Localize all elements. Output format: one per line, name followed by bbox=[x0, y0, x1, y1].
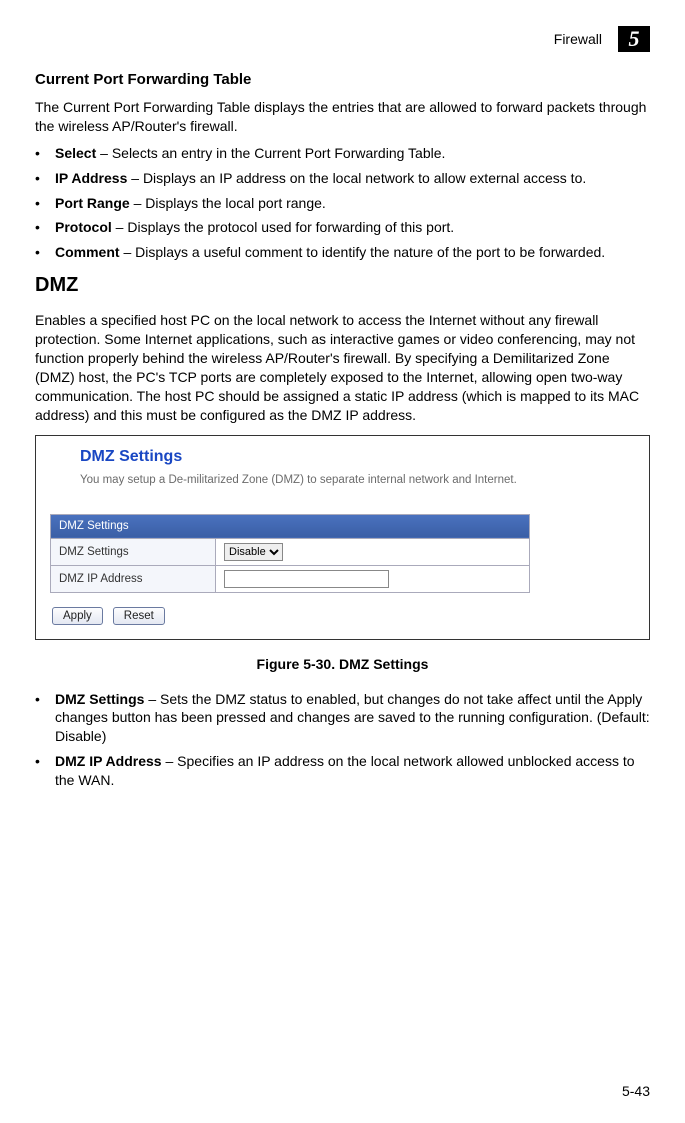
bullet-desc: – Displays an IP address on the local ne… bbox=[127, 170, 586, 186]
bullet-term: IP Address bbox=[55, 170, 127, 186]
bullet-term: Comment bbox=[55, 244, 120, 260]
figure-caption: Figure 5-30. DMZ Settings bbox=[35, 656, 650, 672]
button-row: Apply Reset bbox=[52, 607, 635, 625]
dmz-ip-input[interactable] bbox=[224, 570, 389, 588]
bullet-body: IP Address – Displays an IP address on t… bbox=[55, 169, 650, 188]
dmz-ip-value-cell bbox=[216, 565, 530, 592]
dmz-heading: DMZ bbox=[35, 274, 650, 297]
page-header: Firewall 5 bbox=[35, 25, 650, 53]
list-item: • Comment – Displays a useful comment to … bbox=[35, 243, 650, 262]
pft-heading: Current Port Forwarding Table bbox=[35, 71, 650, 88]
reset-button[interactable]: Reset bbox=[113, 607, 165, 625]
header-section-label: Firewall bbox=[554, 31, 602, 47]
bullet-icon: • bbox=[35, 218, 45, 237]
dmz-intro: Enables a specified host PC on the local… bbox=[35, 311, 650, 424]
bullet-body: Protocol – Displays the protocol used fo… bbox=[55, 218, 650, 237]
list-item: • IP Address – Displays an IP address on … bbox=[35, 169, 650, 188]
bullet-desc: – Displays the protocol used for forward… bbox=[112, 219, 454, 235]
pft-intro: The Current Port Forwarding Table displa… bbox=[35, 98, 650, 136]
bullet-term: Protocol bbox=[55, 219, 112, 235]
dmz-figure: DMZ Settings You may setup a De-militari… bbox=[35, 435, 650, 640]
bullet-term: DMZ IP Address bbox=[55, 753, 162, 769]
bullet-body: DMZ Settings – Sets the DMZ status to en… bbox=[55, 690, 650, 747]
bullet-term: Port Range bbox=[55, 195, 130, 211]
bullet-body: DMZ IP Address – Specifies an IP address… bbox=[55, 752, 650, 790]
list-item: • Protocol – Displays the protocol used f… bbox=[35, 218, 650, 237]
list-item: • Select – Selects an entry in the Curren… bbox=[35, 144, 650, 163]
bullet-desc: – Displays the local port range. bbox=[130, 195, 326, 211]
bullet-desc: – Displays a useful comment to identify … bbox=[120, 244, 606, 260]
dmz-settings-value-cell: Disable bbox=[216, 538, 530, 565]
dmz-settings-select[interactable]: Disable bbox=[224, 543, 283, 561]
bullet-icon: • bbox=[35, 194, 45, 213]
chapter-badge: 5 bbox=[618, 26, 650, 52]
table-row: DMZ IP Address bbox=[51, 565, 530, 592]
bullet-icon: • bbox=[35, 243, 45, 262]
page-number: 5-43 bbox=[622, 1083, 650, 1099]
bullet-icon: • bbox=[35, 169, 45, 188]
bullet-icon: • bbox=[35, 144, 45, 163]
bullet-desc: – Selects an entry in the Current Port F… bbox=[96, 145, 445, 161]
bullet-body: Port Range – Displays the local port ran… bbox=[55, 194, 650, 213]
list-item: •DMZ Settings – Sets the DMZ status to e… bbox=[35, 690, 650, 747]
table-header: DMZ Settings bbox=[51, 514, 530, 538]
dmz-settings-table: DMZ Settings DMZ Settings Disable DMZ IP… bbox=[50, 514, 530, 593]
bullet-icon: • bbox=[35, 690, 45, 747]
bullet-body: Select – Selects an entry in the Current… bbox=[55, 144, 650, 163]
pft-bullet-list: • Select – Selects an entry in the Curren… bbox=[35, 144, 650, 262]
figure-title: DMZ Settings bbox=[80, 448, 635, 466]
bullet-term: Select bbox=[55, 145, 96, 161]
figure-subtitle: You may setup a De-militarized Zone (DMZ… bbox=[80, 474, 635, 486]
apply-button[interactable]: Apply bbox=[52, 607, 103, 625]
table-row: DMZ Settings Disable bbox=[51, 538, 530, 565]
bullet-body: Comment – Displays a useful comment to i… bbox=[55, 243, 650, 262]
bullet-term: DMZ Settings bbox=[55, 691, 144, 707]
bullet-desc: – Sets the DMZ status to enabled, but ch… bbox=[55, 691, 650, 745]
list-item: • Port Range – Displays the local port ra… bbox=[35, 194, 650, 213]
bullet-icon: • bbox=[35, 752, 45, 790]
list-item: • DMZ IP Address – Specifies an IP addres… bbox=[35, 752, 650, 790]
dmz-bullet-list: •DMZ Settings – Sets the DMZ status to e… bbox=[35, 690, 650, 790]
chapter-number: 5 bbox=[629, 26, 640, 52]
dmz-ip-label: DMZ IP Address bbox=[51, 565, 216, 592]
dmz-settings-label: DMZ Settings bbox=[51, 538, 216, 565]
